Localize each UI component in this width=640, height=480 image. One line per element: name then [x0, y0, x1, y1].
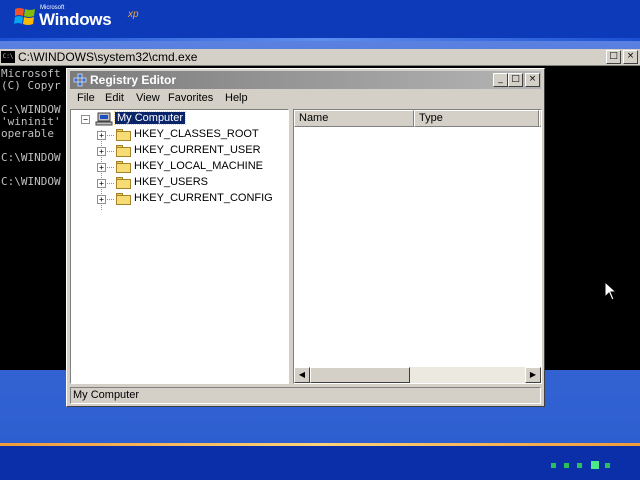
mouse-pointer-icon [604, 281, 618, 301]
menu-edit[interactable]: Edit [105, 92, 124, 104]
regedit-window-title: Registry Editor [90, 73, 177, 87]
scroll-left-button[interactable]: ◀ [294, 367, 310, 383]
regedit-app-icon [73, 73, 87, 87]
console-line: C:\WINDOW [1, 151, 61, 164]
tree-node-my-computer[interactable]: − My Computer [71, 111, 271, 127]
expand-toggle[interactable]: + [97, 147, 106, 156]
console-line: C:\WINDOW [1, 175, 61, 188]
menu-file[interactable]: File [77, 92, 95, 104]
scroll-thumb[interactable] [310, 367, 410, 383]
progress-dot [605, 463, 610, 468]
folder-icon [116, 161, 131, 173]
expand-toggle[interactable]: + [97, 195, 106, 204]
computer-icon [95, 112, 113, 126]
tree-node-hkcu[interactable]: + HKEY_CURRENT_USER [71, 143, 281, 159]
windows-flag-icon [14, 8, 35, 25]
expand-toggle[interactable]: + [97, 179, 106, 188]
progress-dot-active [591, 461, 599, 469]
regedit-minimize-button[interactable]: _ [493, 73, 508, 87]
tree-label: HKEY_USERS [134, 176, 208, 188]
cmd-close-button[interactable]: × [623, 50, 638, 64]
logo-xp-text: xp [128, 9, 139, 20]
cmd-app-icon: C:\ [1, 51, 15, 63]
menu-favorites[interactable]: Favorites [168, 92, 213, 104]
tree-node-hkcc[interactable]: + HKEY_CURRENT_CONFIG [71, 191, 281, 207]
regedit-title-bar[interactable]: Registry Editor _ □ × [70, 71, 541, 89]
folder-icon [116, 193, 131, 205]
folder-icon [116, 145, 131, 157]
expand-toggle[interactable]: + [97, 131, 106, 140]
column-header-name[interactable]: Name [294, 110, 414, 127]
regedit-close-button[interactable]: × [525, 73, 540, 87]
console-line: operable [1, 127, 54, 140]
tree-label-my-computer: My Computer [113, 111, 187, 125]
tree-label: HKEY_CURRENT_USER [134, 144, 261, 156]
tree-node-hku[interactable]: + HKEY_USERS [71, 175, 281, 191]
collapse-toggle[interactable]: − [81, 115, 90, 124]
logo-windows-text: Windows [39, 10, 112, 29]
tree-label: HKEY_CURRENT_CONFIG [134, 192, 273, 204]
regedit-maximize-button[interactable]: □ [508, 73, 523, 87]
scroll-right-button[interactable]: ▶ [525, 367, 541, 383]
progress-dot [577, 463, 582, 468]
tree-label: HKEY_LOCAL_MACHINE [134, 160, 263, 172]
boot-footer-band [0, 446, 640, 480]
cmd-maximize-button[interactable]: □ [606, 50, 621, 64]
tree-node-hklm[interactable]: + HKEY_LOCAL_MACHINE [71, 159, 281, 175]
menu-help[interactable]: Help [225, 92, 248, 104]
folder-icon [116, 129, 131, 141]
menu-view[interactable]: View [136, 92, 160, 104]
registry-editor-window: Registry Editor _ □ × File Edit View Fav… [66, 68, 545, 407]
tree-label: HKEY_CLASSES_ROOT [134, 128, 259, 140]
status-bar: My Computer [70, 387, 541, 404]
cmd-title-bar[interactable]: C:\ C:\WINDOWS\system32\cmd.exe □ × [0, 49, 640, 66]
progress-dot [551, 463, 556, 468]
horizontal-scrollbar[interactable]: ◀ ▶ [294, 367, 541, 383]
windows-xp-logo: Microsoft Windows xp [14, 4, 144, 32]
registry-tree-pane[interactable]: − My Computer + HKEY_CLASSES_ROOT + HKEY… [70, 109, 289, 384]
cmd-window-title: C:\WINDOWS\system32\cmd.exe [18, 50, 198, 64]
expand-toggle[interactable]: + [97, 163, 106, 172]
regedit-menu-bar: File Edit View Favorites Help [70, 90, 541, 108]
folder-icon [116, 177, 131, 189]
registry-values-pane[interactable]: Name Type D ◀ ▶ [293, 109, 542, 384]
column-header-data[interactable]: D [539, 110, 541, 127]
boot-progress-indicator [551, 461, 611, 469]
column-header-type[interactable]: Type [414, 110, 539, 127]
console-line: (C) Copyr [1, 79, 61, 92]
progress-dot [564, 463, 569, 468]
tree-node-hkcr[interactable]: + HKEY_CLASSES_ROOT [71, 127, 281, 143]
